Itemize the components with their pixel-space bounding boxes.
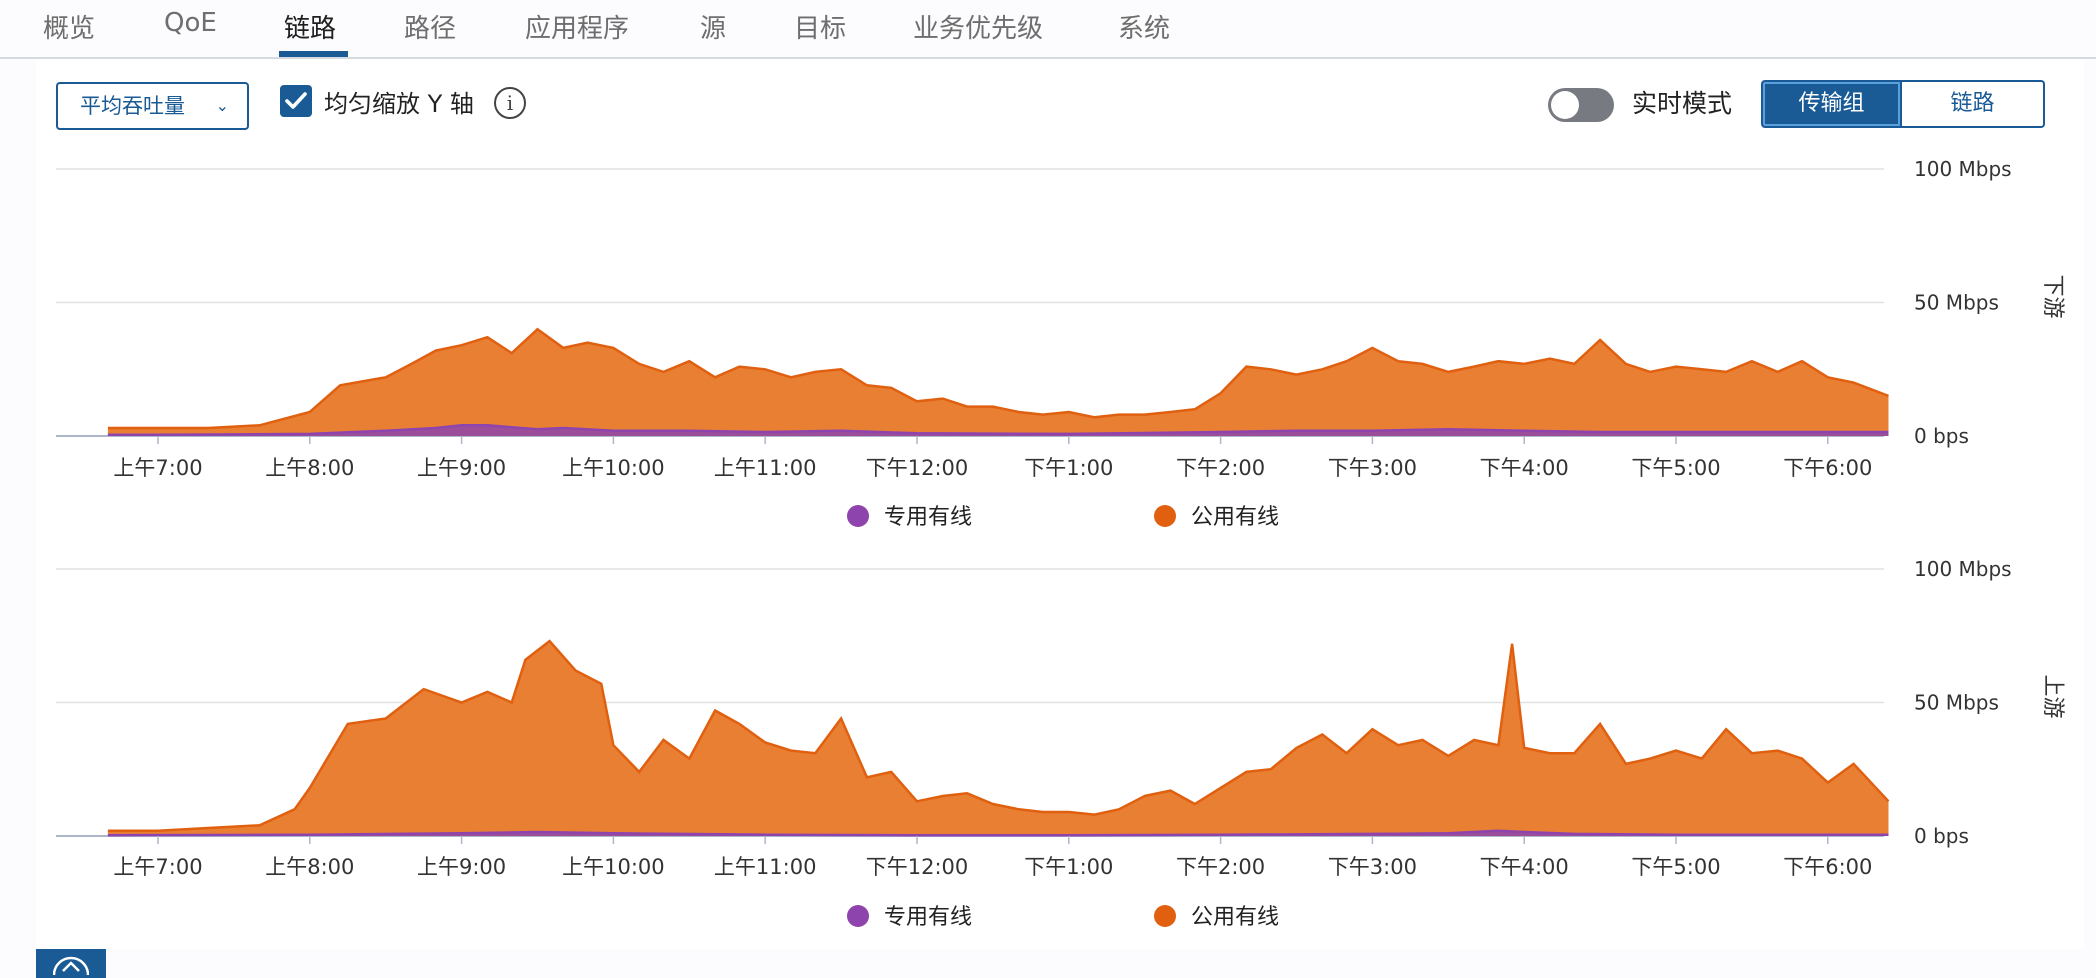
x-tick-label: 上午7:00 bbox=[113, 456, 202, 480]
y-tick-label: 50 Mbps bbox=[1914, 291, 1999, 315]
x-tick-label: 下午2:00 bbox=[1176, 456, 1265, 480]
x-tick-label: 下午4:00 bbox=[1480, 855, 1569, 879]
x-tick-label: 下午12:00 bbox=[866, 456, 969, 480]
x-tick-label: 上午9:00 bbox=[417, 855, 506, 879]
y-tick-label: 100 Mbps bbox=[1914, 157, 2012, 181]
x-tick-label: 上午11:00 bbox=[714, 456, 817, 480]
x-tick-label: 上午7:00 bbox=[113, 855, 202, 879]
side-label: 上游 bbox=[2040, 675, 2065, 719]
x-tick-label: 下午5:00 bbox=[1631, 855, 1720, 879]
throughput-charts: 0 bps 50 Mbps 100 Mbps 下游上午7:00 上午8:00 上午9:00… bbox=[56, 157, 2065, 930]
x-tick-label: 上午8:00 bbox=[265, 456, 354, 480]
legend-marker-private bbox=[847, 905, 869, 927]
x-tick-label: 下午3:00 bbox=[1328, 456, 1417, 480]
x-tick-label: 上午9:00 bbox=[417, 456, 506, 480]
legend-marker-public bbox=[1154, 905, 1176, 927]
x-tick-label: 下午3:00 bbox=[1328, 855, 1417, 879]
y-tick-label: 0 bps bbox=[1914, 824, 1969, 848]
y-tick-label: 50 Mbps bbox=[1914, 691, 1999, 715]
area-series bbox=[107, 641, 1889, 836]
y-tick-label: 100 Mbps bbox=[1914, 557, 2012, 581]
scroll-top-button[interactable] bbox=[36, 949, 106, 978]
x-tick-label: 下午5:00 bbox=[1631, 456, 1720, 480]
area-series bbox=[107, 329, 1889, 436]
x-tick-label: 下午1:00 bbox=[1024, 456, 1113, 480]
x-tick-label: 上午10:00 bbox=[562, 456, 665, 480]
legend-label-private: 专用有线 bbox=[884, 505, 972, 530]
legend-label-private: 专用有线 bbox=[884, 905, 972, 930]
x-tick-label: 上午11:00 bbox=[714, 855, 817, 879]
x-tick-label: 下午2:00 bbox=[1176, 855, 1265, 879]
x-tick-label: 下午12:00 bbox=[866, 855, 969, 879]
side-label: 下游 bbox=[2040, 275, 2065, 319]
legend-label-public: 公用有线 bbox=[1191, 505, 1279, 530]
x-tick-label: 上午10:00 bbox=[562, 855, 665, 879]
x-tick-label: 下午1:00 bbox=[1024, 855, 1113, 879]
x-tick-label: 下午6:00 bbox=[1783, 456, 1872, 480]
chevron-up-icon bbox=[53, 956, 89, 975]
x-tick-label: 下午6:00 bbox=[1783, 855, 1872, 879]
y-tick-label: 0 bps bbox=[1914, 424, 1969, 448]
x-tick-label: 上午8:00 bbox=[265, 855, 354, 879]
legend-label-public: 公用有线 bbox=[1191, 905, 1279, 930]
x-tick-label: 下午4:00 bbox=[1480, 456, 1569, 480]
legend-marker-private bbox=[847, 505, 869, 527]
legend-marker-public bbox=[1154, 505, 1176, 527]
